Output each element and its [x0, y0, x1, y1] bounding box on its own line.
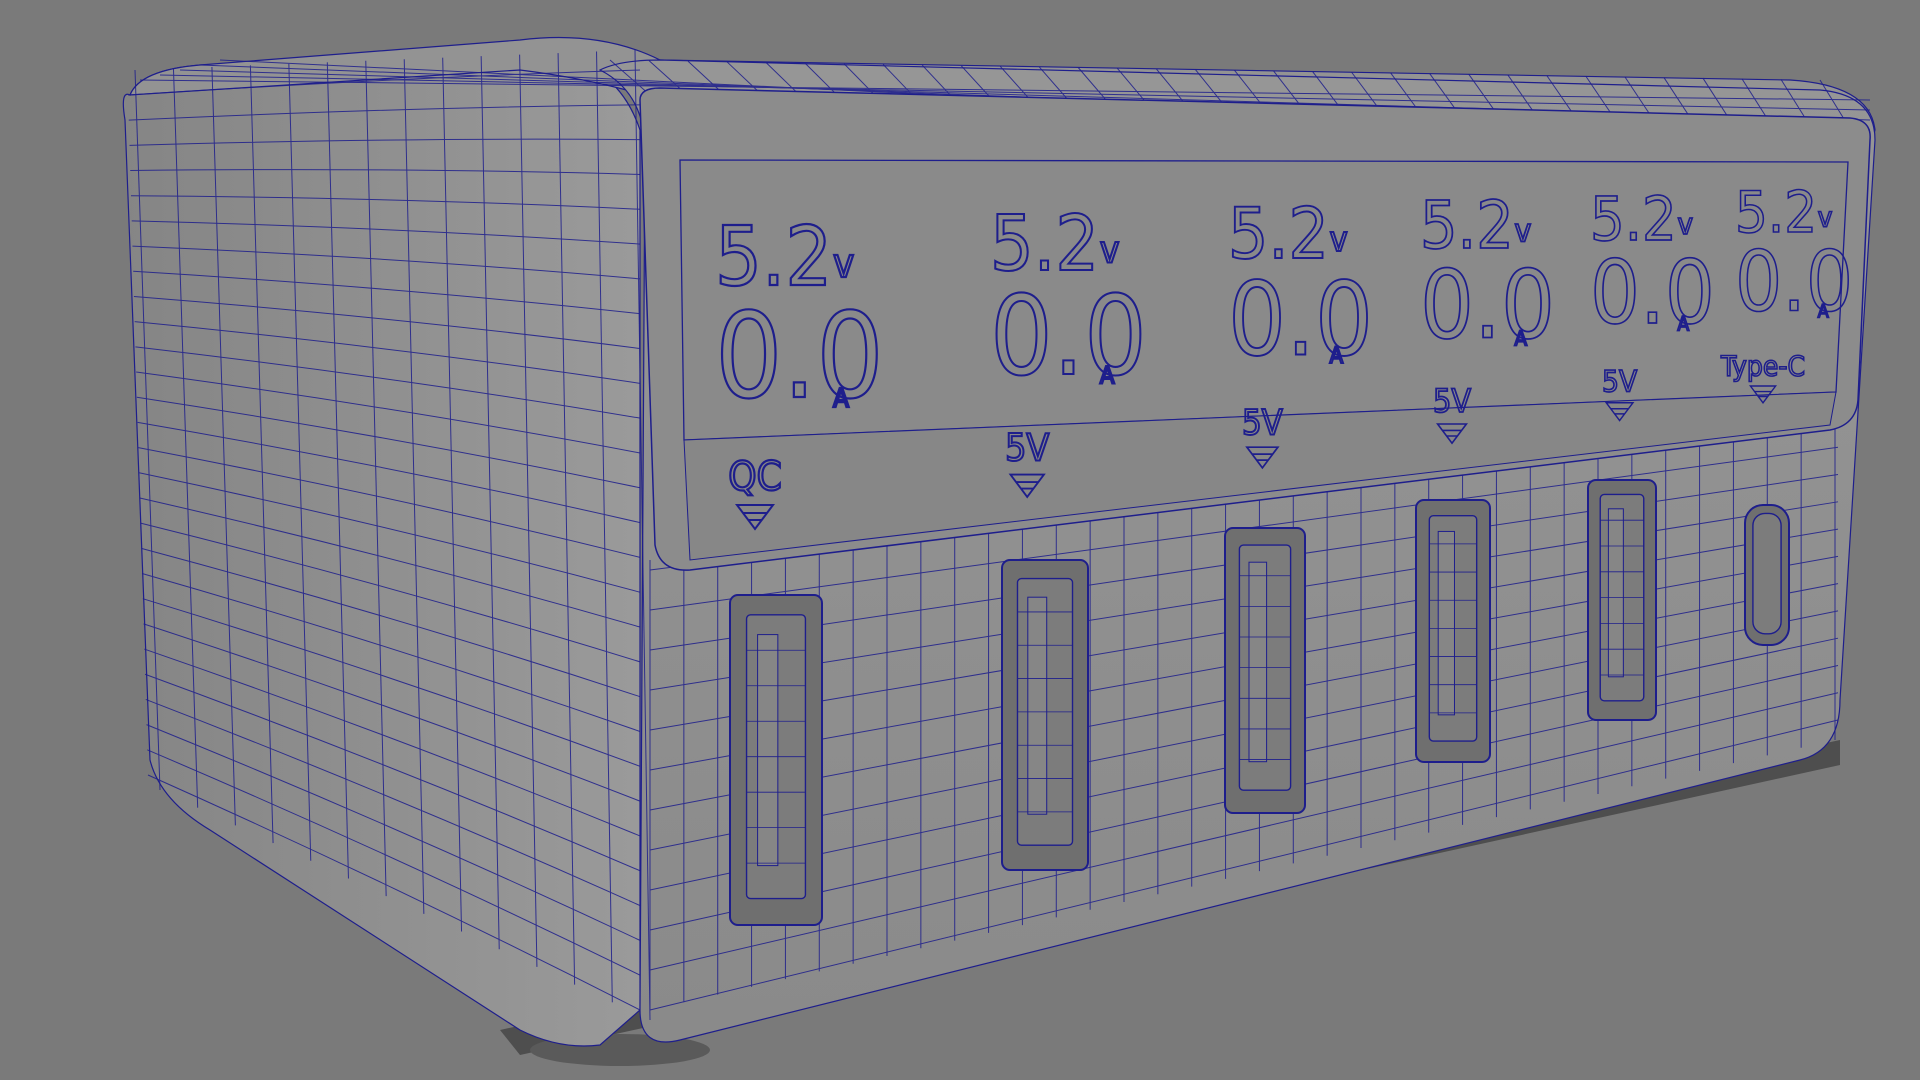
current-value: 0.0 — [1420, 251, 1555, 361]
port-label: 5V — [1602, 365, 1637, 399]
port-label: Type-C — [1720, 350, 1805, 383]
voltage-unit: v — [833, 241, 854, 287]
current-unit: A — [833, 384, 849, 414]
port-label: 5V — [1242, 403, 1283, 443]
usb-a-port[interactable] — [1224, 527, 1306, 814]
charger-side-face — [122, 54, 641, 1047]
voltage-unit: v — [1514, 212, 1531, 250]
current-unit: A — [1514, 327, 1527, 351]
usb-a-port[interactable] — [1001, 559, 1089, 871]
current-unit: A — [1818, 301, 1830, 322]
port-label: QC — [728, 454, 781, 500]
port-label: 5V — [1005, 426, 1049, 470]
current-unit: A — [1329, 343, 1343, 369]
port-label: 5V — [1433, 382, 1471, 420]
voltage-unit: v — [1818, 200, 1833, 233]
current-value: 0.0 — [1590, 242, 1715, 344]
voltage-unit: v — [1100, 228, 1120, 272]
current-value: 0.0 — [1735, 234, 1853, 330]
current-value: 0.0 — [1228, 260, 1373, 378]
usb-a-port[interactable] — [1587, 479, 1657, 721]
current-value: 0.0 — [715, 287, 884, 425]
usb-c-port[interactable] — [1744, 504, 1790, 646]
voltage-unit: v — [1329, 220, 1347, 260]
current-unit: A — [1677, 312, 1689, 335]
usb-a-port[interactable] — [1415, 499, 1491, 763]
usb-charger-wireframe-render: 5.2 v0.0AQC5.2 v0.0A5V5.2 v0.0A5V5.2 v0.0A5V… — [122, 36, 1876, 1066]
current-value: 0.0 — [990, 272, 1147, 400]
voltage-unit: v — [1677, 207, 1693, 241]
usb-a-port[interactable] — [729, 594, 823, 926]
current-unit: A — [1100, 361, 1115, 389]
